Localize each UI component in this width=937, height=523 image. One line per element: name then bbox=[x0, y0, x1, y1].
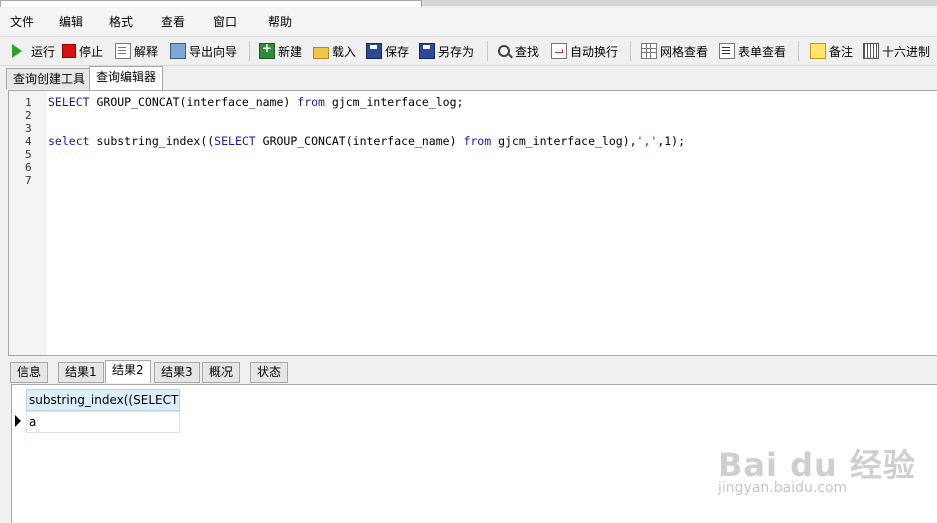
word-wrap-button[interactable]: 自动换行 bbox=[551, 41, 618, 61]
memo-icon bbox=[810, 43, 826, 59]
form-icon bbox=[719, 43, 735, 59]
grid-icon bbox=[641, 43, 657, 59]
line-number: 1 bbox=[25, 96, 32, 109]
search-icon bbox=[498, 45, 510, 57]
folder-icon bbox=[313, 46, 329, 59]
menu-bar: 文件 编辑 格式 查看 窗口 帮助 bbox=[0, 8, 937, 34]
tab-overview[interactable]: 概况 bbox=[202, 362, 241, 383]
sql-text: substring_index(( bbox=[89, 134, 215, 148]
sql-editor[interactable]: 1 2 3 4 5 6 7 SELECT GROUP_CONCAT(interf… bbox=[8, 90, 937, 356]
toolbar-divider bbox=[249, 41, 250, 61]
save-button[interactable]: 保存 bbox=[366, 41, 409, 61]
tab-info[interactable]: 信息 bbox=[10, 362, 49, 383]
line-number: 2 bbox=[25, 109, 32, 122]
toolbar-divider bbox=[798, 41, 799, 61]
run-button[interactable]: 运行 bbox=[12, 41, 55, 61]
sql-keyword: from bbox=[463, 134, 492, 148]
sql-keyword: select bbox=[48, 134, 90, 148]
line-number: 3 bbox=[25, 122, 32, 135]
grid-view-button[interactable]: 网格查看 bbox=[641, 41, 708, 61]
tab-result-3[interactable]: 结果3 bbox=[154, 362, 200, 383]
tab-query-builder[interactable]: 查询创建工具 bbox=[6, 68, 93, 89]
sql-text: GROUP_CONCAT(interface_name) bbox=[255, 134, 464, 148]
sql-keyword: SELECT bbox=[214, 134, 256, 148]
save-as-button[interactable]: 另存为 bbox=[419, 41, 474, 61]
sql-keyword: SELECT bbox=[48, 95, 90, 109]
tab-status[interactable]: 状态 bbox=[250, 362, 289, 383]
menu-window[interactable]: 窗口 bbox=[213, 13, 237, 30]
tab-result-1[interactable]: 结果1 bbox=[58, 362, 104, 383]
explain-button[interactable]: 解释 bbox=[115, 41, 158, 61]
stop-button[interactable]: 停止 bbox=[62, 41, 103, 61]
export-icon bbox=[170, 43, 186, 59]
column-header[interactable]: substring_index((SELECT GROUP_CONCAT(int… bbox=[26, 389, 180, 411]
export-wizard-button[interactable]: 导出向导 bbox=[170, 41, 237, 61]
explain-icon bbox=[115, 43, 131, 59]
line-number: 6 bbox=[25, 161, 32, 174]
form-view-button[interactable]: 表单查看 bbox=[719, 41, 786, 61]
menu-edit[interactable]: 编辑 bbox=[59, 13, 83, 30]
toolbar: 运行 停止 解释 导出向导 新建 载入 保存 另存为 查找 自动换行 网格查看 bbox=[0, 36, 937, 66]
watermark-url: jingyan.baidu.com bbox=[718, 480, 848, 496]
memo-button[interactable]: 备注 bbox=[810, 41, 853, 61]
editor-tabs: 查询创建工具 查询编辑器 bbox=[0, 66, 937, 90]
load-button[interactable]: 载入 bbox=[313, 41, 356, 61]
sql-text: gjcm_interface_log; bbox=[324, 95, 464, 109]
save-as-icon bbox=[419, 43, 435, 59]
sql-text: GROUP_CONCAT(interface_name) bbox=[89, 95, 298, 109]
find-button[interactable]: 查找 bbox=[498, 41, 539, 61]
toolbar-divider bbox=[630, 41, 631, 61]
menu-format[interactable]: 格式 bbox=[109, 13, 133, 30]
window-tab-strip bbox=[0, 0, 937, 7]
new-button[interactable]: 新建 bbox=[259, 41, 302, 61]
table-cell[interactable]: a bbox=[26, 411, 180, 433]
hex-button[interactable]: 十六进制 bbox=[863, 41, 930, 61]
toolbar-divider bbox=[487, 41, 488, 61]
sql-text: ,1); bbox=[657, 134, 686, 148]
hex-icon bbox=[863, 43, 879, 59]
window-tab[interactable] bbox=[0, 0, 422, 7]
menu-help[interactable]: 帮助 bbox=[268, 13, 292, 30]
sql-string: ',' bbox=[636, 134, 658, 148]
line-number: 4 bbox=[25, 135, 32, 148]
code-line-4: select substring_index((SELECT GROUP_CON… bbox=[48, 134, 685, 148]
menu-file[interactable]: 文件 bbox=[10, 13, 34, 30]
row-indicator-icon bbox=[15, 415, 21, 427]
new-query-icon bbox=[259, 41, 275, 59]
tab-query-editor[interactable]: 查询编辑器 bbox=[89, 66, 164, 90]
menu-view[interactable]: 查看 bbox=[161, 13, 185, 30]
line-number: 7 bbox=[25, 174, 32, 187]
save-icon bbox=[366, 43, 382, 59]
tab-result-2[interactable]: 结果2 bbox=[105, 360, 151, 383]
word-wrap-icon bbox=[551, 43, 567, 59]
sql-keyword: from bbox=[297, 95, 325, 109]
line-number-gutter: 1 2 3 4 5 6 7 bbox=[9, 91, 47, 355]
watermark: Bai du 经验 jingyan.baidu.com bbox=[718, 440, 916, 496]
sql-text: gjcm_interface_log), bbox=[491, 134, 637, 148]
line-number: 5 bbox=[25, 148, 32, 161]
stop-icon bbox=[62, 44, 76, 58]
code-line-1: SELECT GROUP_CONCAT(interface_name) from… bbox=[48, 95, 463, 109]
result-tabs: 信息 结果1 结果2 结果3 概况 状态 bbox=[8, 360, 937, 383]
play-icon bbox=[12, 44, 22, 58]
